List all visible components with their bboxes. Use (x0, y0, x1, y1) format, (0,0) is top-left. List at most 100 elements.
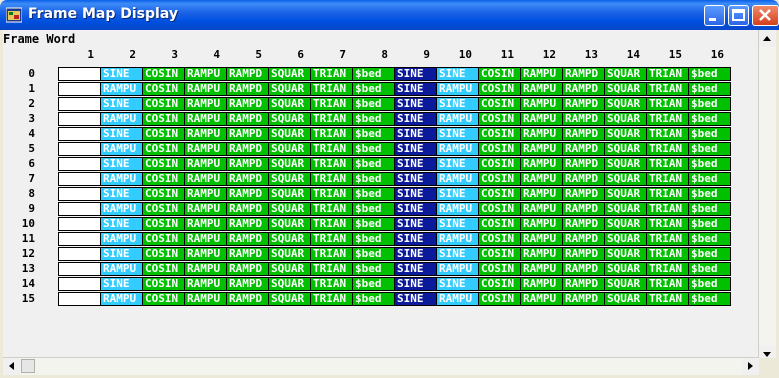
map-cell[interactable]: TRIAN (646, 232, 689, 246)
map-cell[interactable] (58, 247, 101, 261)
map-cell[interactable]: RAMPD (226, 142, 269, 156)
map-cell[interactable]: RAMPU (184, 97, 227, 111)
map-cell[interactable]: $bed (352, 112, 395, 126)
scroll-right-button[interactable] (742, 358, 759, 375)
map-cell[interactable]: SQUAR (604, 187, 647, 201)
map-cell[interactable]: TRIAN (646, 127, 689, 141)
map-cell[interactable]: COSIN (478, 247, 521, 261)
map-cell[interactable]: SQUAR (268, 292, 311, 306)
map-cell[interactable]: RAMPU (436, 292, 479, 306)
map-cell[interactable]: $bed (352, 262, 395, 276)
map-cell[interactable]: RAMPU (520, 97, 563, 111)
map-cell[interactable]: COSIN (142, 112, 185, 126)
map-cell[interactable]: RAMPU (100, 232, 143, 246)
map-cell[interactable]: SQUAR (604, 67, 647, 81)
map-cell[interactable]: SINE (394, 67, 437, 81)
map-cell[interactable]: SINE (436, 67, 479, 81)
map-cell[interactable]: COSIN (142, 217, 185, 231)
map-cell[interactable]: RAMPU (100, 142, 143, 156)
map-cell[interactable]: COSIN (142, 142, 185, 156)
map-cell[interactable]: RAMPD (562, 292, 605, 306)
map-cell[interactable]: $bed (352, 127, 395, 141)
map-cell[interactable]: SINE (436, 217, 479, 231)
map-cell[interactable]: SQUAR (268, 277, 311, 291)
map-cell[interactable]: RAMPU (184, 172, 227, 186)
map-cell[interactable]: TRIAN (646, 112, 689, 126)
map-cell[interactable]: SINE (100, 67, 143, 81)
map-cell[interactable]: RAMPU (436, 112, 479, 126)
map-cell[interactable]: TRIAN (310, 127, 353, 141)
map-cell[interactable]: RAMPD (226, 217, 269, 231)
map-cell[interactable]: RAMPD (562, 232, 605, 246)
map-cell[interactable]: RAMPD (562, 97, 605, 111)
map-cell[interactable] (58, 232, 101, 246)
map-cell[interactable]: COSIN (478, 262, 521, 276)
map-cell[interactable]: SINE (394, 232, 437, 246)
map-cell[interactable]: RAMPD (562, 67, 605, 81)
map-cell[interactable]: RAMPD (562, 202, 605, 216)
map-cell[interactable]: COSIN (478, 187, 521, 201)
map-cell[interactable] (58, 157, 101, 171)
map-cell[interactable]: TRIAN (310, 67, 353, 81)
map-cell[interactable]: SQUAR (268, 172, 311, 186)
map-cell[interactable]: RAMPD (226, 67, 269, 81)
map-cell[interactable]: COSIN (142, 247, 185, 261)
map-cell[interactable]: COSIN (142, 187, 185, 201)
map-cell[interactable]: SINE (436, 247, 479, 261)
map-cell[interactable]: SINE (436, 277, 479, 291)
map-cell[interactable]: SQUAR (604, 202, 647, 216)
map-cell[interactable] (58, 202, 101, 216)
map-cell[interactable] (58, 262, 101, 276)
map-cell[interactable]: SINE (100, 97, 143, 111)
map-cell[interactable]: SQUAR (604, 97, 647, 111)
map-cell[interactable]: $bed (352, 277, 395, 291)
close-button[interactable] (752, 5, 779, 26)
map-cell[interactable]: SINE (394, 292, 437, 306)
map-cell[interactable]: SINE (394, 262, 437, 276)
map-cell[interactable]: TRIAN (646, 202, 689, 216)
map-cell[interactable]: $bed (688, 187, 731, 201)
map-cell[interactable] (58, 172, 101, 186)
map-cell[interactable]: RAMPU (184, 187, 227, 201)
map-cell[interactable]: SQUAR (268, 247, 311, 261)
map-cell[interactable]: $bed (352, 292, 395, 306)
map-cell[interactable]: COSIN (142, 232, 185, 246)
map-cell[interactable]: RAMPU (100, 82, 143, 96)
map-cell[interactable]: COSIN (142, 82, 185, 96)
map-cell[interactable]: RAMPU (100, 292, 143, 306)
map-cell[interactable]: SINE (394, 187, 437, 201)
map-cell[interactable]: RAMPU (520, 232, 563, 246)
map-cell[interactable]: SQUAR (604, 157, 647, 171)
map-cell[interactable]: $bed (352, 172, 395, 186)
map-cell[interactable]: SINE (394, 247, 437, 261)
map-cell[interactable]: RAMPU (100, 112, 143, 126)
map-cell[interactable]: RAMPD (562, 277, 605, 291)
map-cell[interactable]: SQUAR (604, 262, 647, 276)
maximize-button[interactable] (728, 5, 749, 26)
map-cell[interactable]: RAMPD (562, 262, 605, 276)
map-cell[interactable]: $bed (352, 247, 395, 261)
map-cell[interactable]: SQUAR (604, 82, 647, 96)
map-cell[interactable]: RAMPU (436, 232, 479, 246)
map-cell[interactable]: SINE (394, 202, 437, 216)
map-cell[interactable]: SQUAR (268, 262, 311, 276)
map-cell[interactable]: $bed (688, 247, 731, 261)
map-cell[interactable]: RAMPD (226, 157, 269, 171)
map-cell[interactable]: $bed (688, 97, 731, 111)
map-cell[interactable]: RAMPU (184, 142, 227, 156)
map-cell[interactable]: $bed (352, 202, 395, 216)
map-cell[interactable]: SQUAR (268, 142, 311, 156)
map-cell[interactable]: TRIAN (310, 202, 353, 216)
map-cell[interactable]: SQUAR (604, 292, 647, 306)
map-cell[interactable]: SQUAR (268, 232, 311, 246)
map-cell[interactable]: TRIAN (646, 142, 689, 156)
map-cell[interactable]: RAMPU (184, 157, 227, 171)
map-cell[interactable]: SQUAR (604, 247, 647, 261)
map-cell[interactable]: SINE (436, 127, 479, 141)
map-cell[interactable]: TRIAN (646, 262, 689, 276)
map-cell[interactable]: COSIN (478, 277, 521, 291)
map-cell[interactable]: SINE (394, 142, 437, 156)
map-cell[interactable]: $bed (352, 187, 395, 201)
map-cell[interactable]: RAMPU (520, 262, 563, 276)
vertical-scrollbar[interactable] (758, 30, 776, 363)
